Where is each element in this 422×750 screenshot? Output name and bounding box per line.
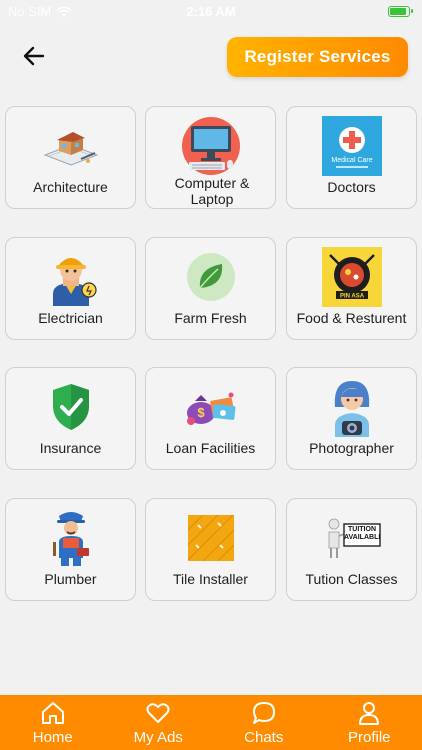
category-label: Photographer (309, 440, 394, 456)
category-label: Doctors (327, 179, 376, 195)
category-label: Plumber (44, 571, 97, 587)
category-label: Architecture (33, 179, 108, 195)
category-photographer[interactable]: Photographer (286, 367, 417, 470)
leaf-icon (186, 253, 235, 301)
register-services-button[interactable]: Register Services (227, 37, 408, 77)
category-loan-facilities[interactable]: $ Loan Facilities (145, 367, 276, 470)
profile-icon (359, 702, 380, 725)
photographer-icon (334, 381, 369, 437)
computer-icon (181, 117, 240, 175)
chat-icon (252, 702, 275, 724)
food-icon: PIN ASA (321, 247, 382, 307)
shield-icon (52, 384, 89, 430)
heart-icon (146, 703, 170, 723)
category-computer-laptop[interactable]: Computer & Laptop (145, 106, 276, 209)
home-icon (41, 702, 64, 724)
category-label: Electrician (38, 310, 103, 326)
doctors-icon: Medical Care (321, 116, 382, 176)
category-label: Insurance (39, 440, 102, 456)
nav-home[interactable]: Home (0, 695, 106, 750)
category-doctors[interactable]: Medical Care Doctors (286, 106, 417, 209)
category-label: Tile Installer (173, 571, 248, 587)
category-architecture[interactable]: Architecture (5, 106, 136, 209)
nav-label: Home (32, 729, 73, 746)
battery-icon (388, 6, 413, 17)
category-food-resturent[interactable]: PIN ASA Food & Resturent (286, 237, 417, 340)
category-label: Food & Resturent (296, 310, 407, 326)
category-label: Tution Classes (305, 571, 398, 587)
category-tution-classes[interactable]: TUITION AVAILABLE Tution Classes (286, 498, 417, 601)
arrow-left-icon (23, 46, 45, 66)
category-label: Computer & Laptop (174, 175, 250, 207)
tuition-icon-text: TUITION AVAILABLE (343, 526, 380, 541)
back-button[interactable] (18, 40, 50, 72)
tuition-icon: TUITION AVAILABLE (328, 518, 381, 558)
category-label: Farm Fresh (174, 310, 247, 326)
nav-label: Chats (244, 729, 284, 746)
category-plumber[interactable]: Plumber (5, 498, 136, 601)
nav-my-ads[interactable]: My Ads (106, 695, 212, 750)
category-label: Loan Facilities (165, 440, 256, 456)
nav-label: My Ads (133, 729, 183, 746)
category-farm-fresh[interactable]: Farm Fresh (145, 237, 276, 340)
bottom-navigation: Home My Ads Chats Profile (0, 695, 422, 750)
electrician-icon (52, 258, 97, 306)
architecture-icon (43, 132, 98, 166)
doctors-icon-text: Medical Care (331, 157, 372, 164)
svg-text:$: $ (197, 405, 205, 420)
nav-chats[interactable]: Chats (211, 695, 317, 750)
nav-profile[interactable]: Profile (317, 695, 422, 750)
nav-label: Profile (347, 729, 391, 746)
category-electrician[interactable]: Electrician (5, 237, 136, 340)
food-icon-text: PIN ASA (339, 294, 364, 300)
status-bar: No SIM 2:16 AM (0, 0, 422, 24)
category-insurance[interactable]: Insurance (5, 367, 136, 470)
status-time: 2:16 AM (186, 4, 236, 19)
category-tile-installer[interactable]: Tile Installer (145, 498, 276, 601)
money-bag-icon: $ (186, 392, 235, 425)
plumber-icon (52, 512, 89, 566)
tile-icon (187, 515, 234, 561)
